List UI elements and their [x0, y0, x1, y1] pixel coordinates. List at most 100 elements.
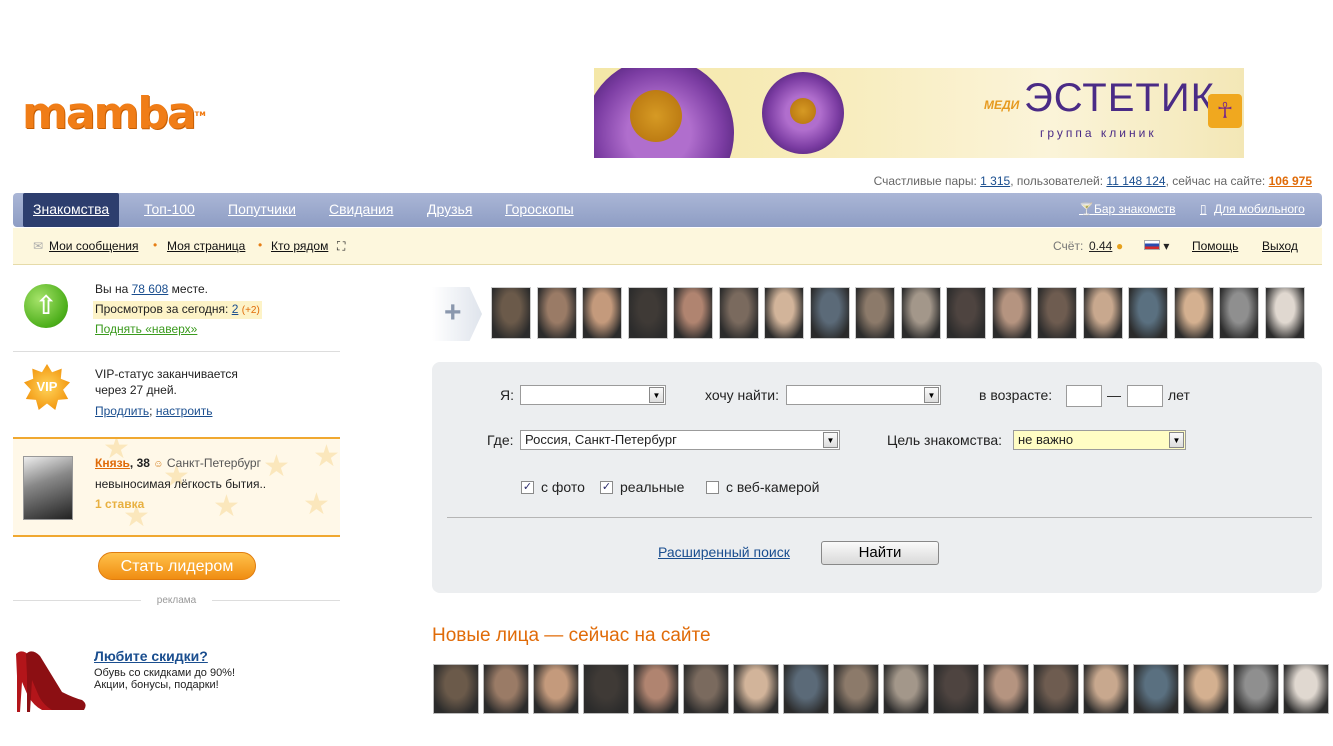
main-nav: Знакомства Топ-100 Попутчики Свидания Др…	[13, 193, 1322, 227]
arrow-up-icon[interactable]: ⇧	[24, 284, 68, 328]
leader-name-link[interactable]: Князь	[95, 456, 130, 470]
vip-setup-link[interactable]: настроить	[156, 404, 213, 418]
views-value[interactable]: 2	[232, 302, 239, 316]
webcam-checkbox[interactable]	[706, 481, 719, 494]
ad-banner[interactable]: МЕДИ ЭСТЕТИК группа клиник ☥	[594, 68, 1244, 158]
profile-thumbnail[interactable]	[883, 664, 929, 714]
logout-link[interactable]: Выход	[1262, 239, 1298, 253]
shoes-image[interactable]	[12, 646, 86, 714]
become-leader-button[interactable]: Стать лидером	[98, 552, 256, 580]
profile-thumbnail[interactable]	[673, 287, 713, 339]
profile-thumbnail[interactable]	[718, 287, 759, 339]
flower-center	[630, 90, 682, 142]
gender-select[interactable]: ▼	[520, 385, 666, 405]
help-link[interactable]: Помощь	[1192, 239, 1238, 253]
profile-thumbnail[interactable]	[1082, 287, 1123, 339]
profile-thumbnail[interactable]	[1283, 664, 1329, 714]
profile-thumbnail[interactable]	[583, 664, 629, 714]
users-link[interactable]: 11 148 124	[1106, 174, 1165, 188]
profile-thumbnail[interactable]	[1033, 664, 1079, 714]
star-icon: ★	[213, 490, 240, 523]
tab-dates[interactable]: Свидания	[329, 193, 393, 227]
dating-bar-link[interactable]: Бар знакомств	[1094, 193, 1176, 227]
tab-top100[interactable]: Топ-100	[144, 193, 195, 227]
profile-thumbnail[interactable]	[627, 287, 668, 339]
profile-thumbnail[interactable]	[433, 664, 479, 714]
profile-thumbnail[interactable]	[991, 287, 1032, 339]
profile-thumbnail[interactable]	[983, 664, 1029, 714]
tab-travel[interactable]: Попутчики	[228, 193, 296, 227]
star-icon: ★	[263, 450, 290, 483]
tab-friends[interactable]: Друзья	[427, 193, 472, 227]
i-label: Я:	[500, 387, 514, 403]
online-label: , сейчас на сайте:	[1165, 174, 1266, 188]
find-button[interactable]: Найти	[821, 541, 939, 565]
profile-thumbnail[interactable]	[483, 664, 529, 714]
chevron-down-icon: ▼	[649, 387, 664, 403]
profile-thumbnail[interactable]	[900, 287, 941, 339]
star-icon: ★	[313, 440, 340, 473]
my-page-link[interactable]: Моя страница	[167, 239, 245, 253]
profile-thumbnail[interactable]	[1219, 287, 1259, 339]
goal-select[interactable]: не важно ▼	[1013, 430, 1186, 450]
profile-thumbnail[interactable]	[764, 287, 804, 339]
profile-thumbnail[interactable]	[536, 287, 577, 339]
tab-horoscopes[interactable]: Гороскопы	[505, 193, 574, 227]
mamba-logo[interactable]: mambaтм	[22, 92, 206, 136]
profile-thumbnail[interactable]	[833, 664, 879, 714]
messages-link[interactable]: Мои сообщения	[49, 239, 138, 253]
profile-thumbnail[interactable]	[533, 664, 579, 714]
separator-dot: •	[258, 238, 263, 252]
add-photo-icon[interactable]: +	[432, 287, 482, 341]
with-photo-label: с фото	[541, 479, 585, 495]
with-photo-checkbox[interactable]: ✓	[521, 481, 534, 494]
real-checkbox[interactable]: ✓	[600, 481, 613, 494]
webcam-label: с веб-камерой	[726, 479, 820, 495]
vip-extend-link[interactable]: Продлить	[95, 404, 149, 418]
profile-thumbnail[interactable]	[1183, 664, 1229, 714]
profile-thumbnail[interactable]	[633, 664, 679, 714]
profile-thumbnail[interactable]	[683, 664, 729, 714]
advanced-search-link[interactable]: Расширенный поиск	[658, 544, 790, 560]
leader-header: Князь, 38 ☺ Санкт-Петербург	[95, 455, 261, 473]
pairs-link[interactable]: 1 315	[980, 174, 1010, 188]
profile-thumbnail[interactable]	[809, 287, 850, 339]
account-value[interactable]: 0.44	[1089, 239, 1112, 253]
online-link[interactable]: 106 975	[1269, 174, 1312, 188]
profile-thumbnail[interactable]	[1264, 287, 1305, 339]
profile-thumbnail[interactable]	[491, 287, 531, 339]
profile-thumbnail[interactable]	[582, 287, 622, 339]
views-delta: (+2)	[241, 305, 260, 316]
profile-thumbnail[interactable]	[1133, 664, 1179, 714]
nearby-link[interactable]: Кто рядом	[271, 239, 328, 253]
profile-thumbnail[interactable]	[1037, 287, 1077, 339]
age-from-input[interactable]	[1066, 385, 1102, 407]
profile-thumbnail[interactable]	[783, 664, 829, 714]
profile-thumbnail[interactable]	[855, 287, 895, 339]
ad-title-link[interactable]: Любите скидки?	[94, 648, 208, 664]
profile-thumbnail[interactable]	[1173, 287, 1214, 339]
profile-thumbnail[interactable]	[946, 287, 986, 339]
mobile-link[interactable]: Для мобильного	[1214, 193, 1305, 227]
new-faces-title: Новые лица — сейчас на сайте	[432, 625, 711, 646]
looking-for-select[interactable]: ▼	[786, 385, 941, 405]
profile-thumbnail[interactable]	[733, 664, 779, 714]
ad-line1: Обувь со скидками до 90%!	[94, 667, 236, 679]
flag-ru-icon[interactable]: ▾	[1144, 239, 1169, 253]
ad-desc: Обувь со скидками до 90%! Акции, бонусы,…	[94, 667, 235, 691]
raise-link[interactable]: Поднять «наверх»	[95, 322, 197, 336]
tab-dating[interactable]: Знакомства	[23, 193, 120, 227]
profile-thumbnail[interactable]	[1128, 287, 1168, 339]
profile-thumbnail[interactable]	[1083, 664, 1129, 714]
leader-avatar[interactable]	[23, 456, 73, 520]
location-select[interactable]: Россия, Санкт-Петербург ▼	[520, 430, 840, 450]
age-to-input[interactable]	[1127, 385, 1163, 407]
star-icon: ★	[303, 488, 330, 521]
rank-value[interactable]: 78 608	[132, 282, 169, 296]
logo-tm: тм	[194, 109, 206, 118]
profile-thumbnail[interactable]	[1233, 664, 1279, 714]
profile-thumbnail[interactable]	[933, 664, 979, 714]
divider	[447, 517, 1312, 518]
vip-line1: VIP-статус заканчивается	[95, 367, 238, 381]
pairs-label: Счастливые пары:	[873, 174, 977, 188]
